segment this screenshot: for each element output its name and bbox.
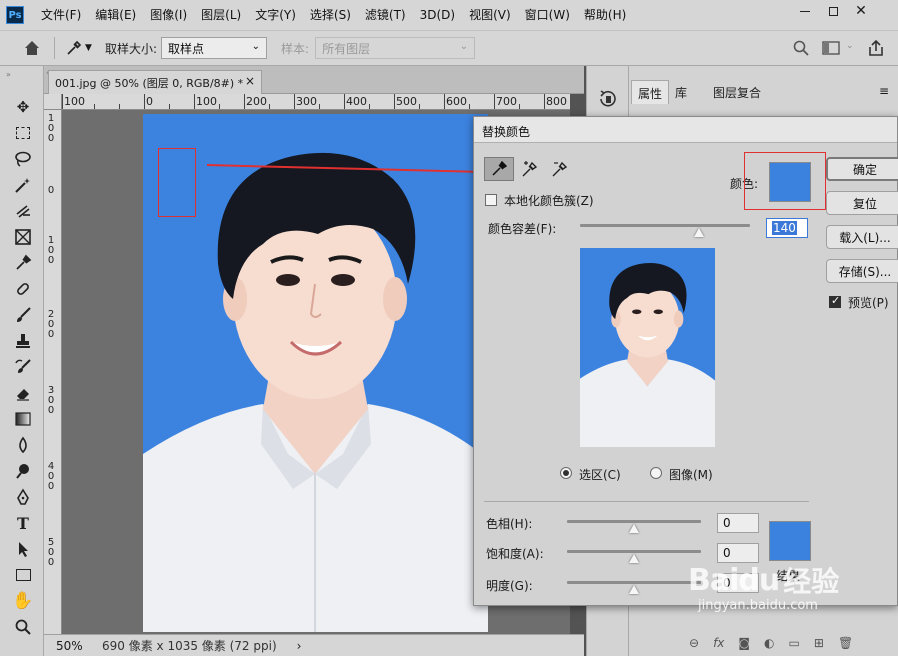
saturation-slider[interactable] bbox=[567, 550, 701, 553]
document-dimensions: 690 像素 x 1035 像素 (72 ppi) bbox=[102, 639, 277, 653]
localized-color-clusters-label: 本地化颜色簇(Z) bbox=[504, 194, 594, 208]
result-color-swatch[interactable] bbox=[769, 521, 811, 561]
hue-slider-thumb[interactable] bbox=[629, 524, 639, 533]
eyedropper-plus-icon[interactable] bbox=[520, 159, 540, 179]
fuzziness-label: 颜色容差(F): bbox=[488, 222, 557, 236]
tab-layer-comps[interactable]: 图层复合 bbox=[707, 80, 767, 104]
history-panel-icon[interactable] bbox=[597, 88, 619, 110]
hue-label: 色相(H): bbox=[486, 517, 533, 531]
hue-slider[interactable] bbox=[567, 520, 701, 523]
tab-properties[interactable]: 属性 bbox=[631, 80, 670, 104]
panel-menu-icon[interactable]: ≡ bbox=[879, 84, 889, 98]
divider bbox=[484, 501, 809, 502]
zoom-level[interactable]: 50% bbox=[56, 639, 90, 653]
hue-input[interactable]: 0 bbox=[717, 513, 759, 533]
mask-icon[interactable]: ◙ bbox=[738, 636, 750, 650]
folder-icon[interactable]: ▭ bbox=[789, 636, 800, 650]
fuzziness-input[interactable]: 140 bbox=[766, 218, 808, 238]
fx-icon[interactable]: fx bbox=[713, 636, 724, 650]
preview-label: 预览(P) bbox=[848, 296, 889, 310]
selection-preview bbox=[580, 248, 715, 447]
baidu-watermark: Baidu 经验 jingyan.baidu.com bbox=[688, 560, 840, 614]
trash-icon[interactable]: 🗑 bbox=[838, 636, 853, 650]
tab-libraries[interactable]: 库 bbox=[669, 80, 693, 104]
new-layer-icon[interactable]: ⊞ bbox=[814, 636, 824, 650]
saturation-label: 饱和度(A): bbox=[486, 547, 544, 561]
adjustment-icon[interactable]: ◐ bbox=[764, 636, 774, 650]
fuzziness-value: 140 bbox=[772, 221, 797, 235]
lightness-label: 明度(G): bbox=[486, 579, 533, 593]
layers-footer: ⊖ fx ◙ ◐ ▭ ⊞ 🗑 bbox=[689, 636, 853, 650]
color-highlight-marker bbox=[744, 152, 826, 210]
status-bar: 50% 690 像素 x 1035 像素 (72 ppi) › bbox=[44, 634, 584, 656]
link-icon[interactable]: ⊖ bbox=[689, 636, 699, 650]
lightness-slider[interactable] bbox=[567, 581, 701, 584]
replace-color-dialog: 替换颜色 本地化颜色簇(Z) 颜色: 颜色容差(F): 140 选区(C) 图像… bbox=[473, 116, 898, 606]
image-radio-label: 图像(M) bbox=[669, 468, 713, 482]
ok-button[interactable]: 确定 bbox=[826, 157, 898, 181]
image-radio[interactable] bbox=[650, 467, 662, 479]
selection-radio-label: 选区(C) bbox=[579, 468, 621, 482]
load-button[interactable]: 载入(L)... bbox=[826, 225, 898, 249]
lightness-slider-thumb[interactable] bbox=[629, 585, 639, 594]
reset-button[interactable]: 复位 bbox=[826, 191, 898, 215]
fuzziness-slider[interactable] bbox=[580, 224, 750, 227]
watermark-url: jingyan.baidu.com bbox=[698, 598, 818, 613]
chevron-right-icon[interactable]: › bbox=[297, 639, 302, 653]
eyedropper-icon[interactable] bbox=[484, 157, 514, 181]
watermark-brand: Baidu bbox=[688, 562, 780, 598]
selection-radio[interactable] bbox=[560, 467, 572, 479]
saturation-slider-thumb[interactable] bbox=[629, 554, 639, 563]
watermark-brand-suffix: 经验 bbox=[783, 565, 840, 598]
photoshop-window: Ps 文件(F) 编辑(E) 图像(I) 图层(L) 文字(Y) 选择(S) 滤… bbox=[0, 0, 898, 656]
localized-color-clusters-checkbox[interactable] bbox=[485, 194, 497, 206]
dialog-title: 替换颜色 bbox=[474, 117, 897, 143]
fuzziness-slider-thumb[interactable] bbox=[694, 228, 704, 237]
preview-checkbox[interactable] bbox=[829, 294, 841, 308]
preview-portrait bbox=[580, 262, 715, 447]
save-button[interactable]: 存储(S)... bbox=[826, 259, 898, 283]
eyedropper-minus-icon[interactable] bbox=[550, 159, 570, 179]
